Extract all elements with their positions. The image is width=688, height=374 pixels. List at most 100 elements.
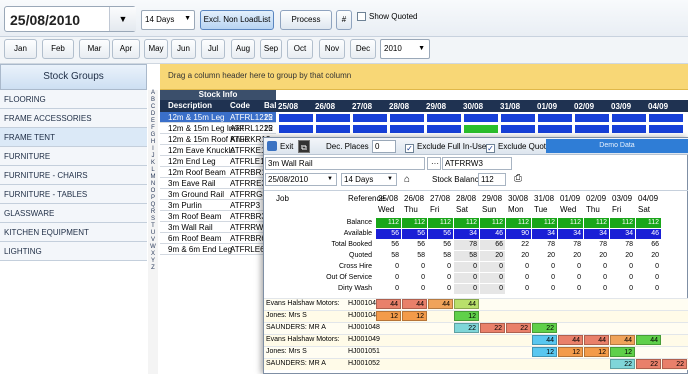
table-row[interactable]: 3m Wall Rail ATFRRW3 bbox=[160, 222, 276, 233]
excl-non-loadlist-button[interactable]: Excl. Non LoadList bbox=[200, 10, 274, 30]
booking-bar[interactable]: 44 bbox=[376, 299, 401, 309]
alphabet-letter[interactable]: Y bbox=[148, 258, 158, 265]
month-button-jul[interactable]: Jul bbox=[201, 39, 225, 59]
alphabet-letter[interactable]: F bbox=[148, 125, 158, 132]
group-item[interactable]: FURNITURE - CHAIRS bbox=[0, 166, 147, 185]
chevron-down-icon[interactable]: ▼ bbox=[327, 174, 333, 185]
month-button-dec[interactable]: Dec bbox=[350, 39, 376, 59]
alphabet-letter[interactable]: U bbox=[148, 230, 158, 237]
booking-bar[interactable]: 22 bbox=[506, 323, 531, 333]
alphabet-letter[interactable]: D bbox=[148, 111, 158, 118]
col-description[interactable]: Description bbox=[168, 101, 212, 110]
alphabet-letter[interactable]: P bbox=[148, 195, 158, 202]
table-row[interactable]: 12m & 15m Roof Knuc ATFRKR12 bbox=[160, 134, 276, 145]
item-code-field[interactable]: ATFRRW3 bbox=[442, 157, 512, 170]
popup-date-select[interactable]: 25/08/2010 ▼ bbox=[265, 173, 337, 186]
month-button-apr[interactable]: Apr bbox=[112, 39, 140, 59]
month-button-feb[interactable]: Feb bbox=[42, 39, 74, 59]
table-row[interactable]: 12m End Leg ATFRLE12 bbox=[160, 156, 276, 167]
alphabet-letter[interactable]: X bbox=[148, 251, 158, 258]
alphabet-letter[interactable]: V bbox=[148, 237, 158, 244]
booking-bar[interactable]: 22 bbox=[480, 323, 505, 333]
alphabet-letter[interactable]: L bbox=[148, 167, 158, 174]
alphabet-letter[interactable]: W bbox=[148, 244, 158, 251]
month-button-sep[interactable]: Sep bbox=[260, 39, 282, 59]
alphabet-letter[interactable]: M bbox=[148, 174, 158, 181]
month-button-jan[interactable]: Jan bbox=[4, 39, 37, 59]
table-row[interactable]: 12m Roof Beam ATFRBR12 bbox=[160, 167, 276, 178]
item-name-field[interactable]: 3m Wall Rail bbox=[265, 157, 425, 170]
booking-bar[interactable]: 12 bbox=[558, 347, 583, 357]
alphabet-letter[interactable]: R bbox=[148, 209, 158, 216]
printer-icon[interactable]: ⎙ bbox=[514, 173, 522, 184]
booking-bar[interactable]: 12 bbox=[584, 347, 609, 357]
alphabet-index[interactable]: ABCDEFGHIJKLMNOPQRSTUVWXYZ bbox=[148, 90, 158, 374]
booking-bar[interactable]: 12 bbox=[402, 311, 427, 321]
home-icon[interactable]: ⌂ bbox=[404, 174, 410, 185]
month-button-jun[interactable]: Jun bbox=[171, 39, 196, 59]
booking-bar[interactable]: 44 bbox=[636, 335, 661, 345]
date-picker[interactable]: 25/08/2010 ▼ bbox=[4, 6, 136, 32]
booking-bar[interactable]: 44 bbox=[454, 299, 479, 309]
checkbox-checked-icon[interactable]: ✓ bbox=[405, 144, 414, 153]
col-code[interactable]: Code bbox=[230, 101, 250, 110]
booking-bar[interactable]: 44 bbox=[558, 335, 583, 345]
table-row[interactable]: 3m Ground Rail ATFRRG3 bbox=[160, 189, 276, 200]
booking-bar[interactable]: 22 bbox=[662, 359, 687, 369]
hash-button[interactable]: # bbox=[336, 10, 352, 30]
table-row[interactable]: 12m & 15m Leg Inset ATFRL1215 22 bbox=[160, 123, 276, 134]
booking-bar[interactable]: 22 bbox=[454, 323, 479, 333]
month-button-oct[interactable]: Oct bbox=[287, 39, 313, 59]
alphabet-letter[interactable]: B bbox=[148, 97, 158, 104]
table-row[interactable]: 3m Purlin ATFRP3 bbox=[160, 200, 276, 211]
exclude-full-checkbox[interactable]: ✓ Exclude Full In-Use bbox=[405, 140, 486, 153]
group-item[interactable]: FRAME ACCESSORIES bbox=[0, 109, 147, 128]
table-row[interactable]: 3m Roof Beam ATFRBR3 bbox=[160, 211, 276, 222]
group-item[interactable]: FURNITURE bbox=[0, 147, 147, 166]
exit-button[interactable]: Exit bbox=[267, 140, 293, 153]
booking-bar[interactable]: 22 bbox=[636, 359, 661, 369]
booking-bar[interactable]: 44 bbox=[402, 299, 427, 309]
alphabet-letter[interactable]: H bbox=[148, 139, 158, 146]
checkbox-checked-icon[interactable]: ✓ bbox=[486, 144, 495, 153]
alphabet-letter[interactable]: O bbox=[148, 188, 158, 195]
alphabet-letter[interactable]: Z bbox=[148, 265, 158, 272]
booking-bar[interactable]: 44 bbox=[610, 335, 635, 345]
checkbox-icon[interactable] bbox=[357, 12, 366, 21]
alphabet-letter[interactable]: A bbox=[148, 90, 158, 97]
booking-bar[interactable]: 22 bbox=[532, 323, 557, 333]
alphabet-letter[interactable]: G bbox=[148, 132, 158, 139]
dec-places-input[interactable]: 0 bbox=[372, 140, 396, 153]
month-button-aug[interactable]: Aug bbox=[231, 39, 255, 59]
table-row[interactable]: 12m & 15m Leg ATFRL1215 22 bbox=[160, 112, 276, 123]
group-item[interactable]: FURNITURE - TABLES bbox=[0, 185, 147, 204]
group-item[interactable]: GLASSWARE bbox=[0, 204, 147, 223]
alphabet-letter[interactable]: J bbox=[148, 153, 158, 160]
group-item[interactable]: FLOORING bbox=[0, 90, 147, 109]
year-select[interactable]: 2010 ▼ bbox=[380, 39, 430, 59]
booking-bar[interactable]: 22 bbox=[610, 359, 635, 369]
print-preview-icon[interactable]: ⧉ bbox=[298, 140, 310, 153]
alphabet-letter[interactable]: C bbox=[148, 104, 158, 111]
booking-bar[interactable]: 44 bbox=[428, 299, 453, 309]
table-row[interactable]: 9m & 6m End Leg ATFRLE69 bbox=[160, 244, 276, 255]
chevron-down-icon[interactable]: ▼ bbox=[184, 15, 191, 22]
table-row[interactable]: 12m Eave Knuckle ATFRKE12 bbox=[160, 145, 276, 156]
month-button-may[interactable]: May bbox=[144, 39, 168, 59]
popup-days-select[interactable]: 14 Days ▼ bbox=[341, 173, 397, 186]
alphabet-letter[interactable]: I bbox=[148, 146, 158, 153]
month-button-mar[interactable]: Mar bbox=[79, 39, 110, 59]
col-bal[interactable]: Bal bbox=[264, 101, 276, 110]
alphabet-letter[interactable]: S bbox=[148, 216, 158, 223]
chevron-down-icon[interactable]: ▼ bbox=[387, 174, 393, 185]
booking-bar[interactable]: 12 bbox=[376, 311, 401, 321]
booking-bar[interactable]: 12 bbox=[454, 311, 479, 321]
group-item[interactable]: KITCHEN EQUIPMENT bbox=[0, 223, 147, 242]
group-item[interactable]: FRAME TENT bbox=[0, 128, 147, 147]
month-button-nov[interactable]: Nov bbox=[319, 39, 345, 59]
show-quoted-checkbox[interactable]: Show Quoted bbox=[357, 12, 417, 21]
group-item[interactable]: LIGHTING bbox=[0, 242, 147, 261]
chevron-down-icon[interactable]: ▼ bbox=[109, 7, 136, 31]
booking-bar[interactable]: 44 bbox=[584, 335, 609, 345]
booking-bar[interactable]: 12 bbox=[532, 347, 557, 357]
